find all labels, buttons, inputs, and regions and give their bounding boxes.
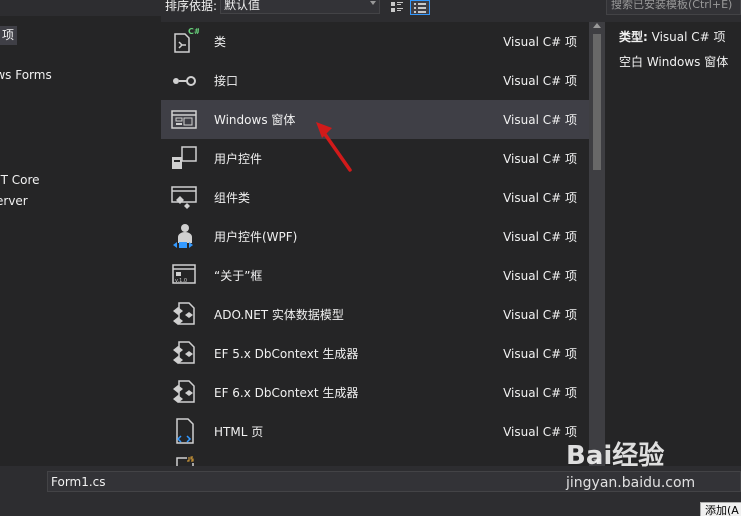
template-type: Visual C# 项: [503, 347, 577, 361]
csharp-class-icon: C#: [174, 27, 199, 53]
template-list: C# 类 Visual C# 项 接口 Visual C# 项 Windows …: [161, 22, 589, 466]
sort-label: 排序依据:: [165, 0, 218, 13]
dbcontext-generator-icon: [173, 341, 195, 364]
grid-view-button[interactable]: [387, 0, 407, 15]
about-box-icon: v.1.0: [172, 264, 196, 284]
baidu-watermark: Bai经验 jingyan.baidu.com: [566, 435, 741, 500]
component-class-icon: [171, 186, 197, 209]
template-row-component-class[interactable]: 组件类 Visual C# 项: [161, 178, 589, 217]
svg-text:v.1.0: v.1.0: [175, 278, 187, 284]
template-name: 类: [214, 35, 227, 49]
list-view-button[interactable]: [410, 0, 430, 15]
template-name: HTML 页: [214, 425, 264, 439]
template-row-partial[interactable]: [161, 451, 589, 466]
tree-item-windows-forms[interactable]: ows Forms: [0, 68, 52, 82]
search-placeholder: 搜索已安装模板(Ctrl+E): [611, 0, 733, 11]
template-type: Visual C# 项: [503, 308, 577, 322]
scroll-up-icon[interactable]: [593, 23, 601, 28]
template-type: Visual C# 项: [503, 191, 577, 205]
dbcontext-generator-icon: [173, 380, 195, 403]
interface-icon: [173, 76, 196, 86]
entity-model-icon: [173, 302, 195, 325]
watermark-url: jingyan.baidu.com: [566, 475, 696, 491]
details-panel: 类型: Visual C# 项 空白 Windows 窗体: [605, 22, 741, 466]
template-type: Visual C# 项: [503, 269, 577, 283]
tree-item-net-core[interactable]: ET Core: [0, 173, 40, 187]
template-row-windows-form[interactable]: Windows 窗体 Visual C# 项: [161, 100, 589, 139]
template-type: Visual C# 项: [503, 152, 577, 166]
search-input[interactable]: 搜索已安装模板(Ctrl+E): [606, 0, 741, 15]
category-tree: 项 ows Forms ET Core erver: [0, 16, 161, 466]
template-row-interface[interactable]: 接口 Visual C# 项: [161, 61, 589, 100]
template-name: Windows 窗体: [214, 113, 296, 127]
template-name: 用户控件(WPF): [214, 230, 298, 244]
template-type: Visual C# 项: [503, 386, 577, 400]
template-row-html-page[interactable]: HTML 页 Visual C# 项: [161, 412, 589, 451]
template-row-about-box[interactable]: v.1.0 “关于”框 Visual C# 项: [161, 256, 589, 295]
template-name: 接口: [214, 74, 239, 88]
template-type: Visual C# 项: [503, 35, 577, 49]
template-row-class[interactable]: C# 类 Visual C# 项: [161, 22, 589, 61]
details-type-row: 类型: Visual C# 项: [619, 28, 726, 45]
details-type-label: 类型:: [619, 30, 648, 44]
chevron-down-icon: [370, 1, 376, 5]
grid-view-icon: [391, 2, 403, 12]
details-description: 空白 Windows 窗体: [619, 55, 729, 69]
add-button[interactable]: 添加(A: [700, 502, 741, 516]
scroll-thumb[interactable]: [593, 34, 601, 170]
svg-text:C#: C#: [188, 27, 199, 36]
template-type: Visual C# 项: [503, 230, 577, 244]
template-name: 用户控件: [214, 152, 263, 166]
html-page-icon: [176, 418, 194, 444]
template-name: 组件类: [214, 191, 251, 205]
list-view-icon: [414, 3, 426, 13]
template-row-ef6-generator[interactable]: EF 6.x DbContext 生成器 Visual C# 项: [161, 373, 589, 412]
template-list-scrollbar[interactable]: [589, 22, 605, 466]
template-name: ADO.NET 实体数据模型: [214, 308, 344, 322]
tree-item-selected[interactable]: 项: [0, 26, 17, 45]
javascript-file-icon: [176, 456, 197, 466]
sort-dropdown[interactable]: 默认值: [220, 0, 380, 14]
wpf-user-control-icon: [173, 224, 193, 248]
details-type-value: Visual C# 项: [651, 30, 726, 44]
template-type: Visual C# 项: [503, 74, 577, 88]
top-toolbar: 排序依据: 默认值 搜索已安装模板(Ctrl+E): [0, 0, 741, 16]
windows-form-icon: [171, 110, 197, 129]
tree-item-server[interactable]: erver: [0, 194, 28, 208]
template-row-user-control[interactable]: 用户控件 Visual C# 项: [161, 139, 589, 178]
sort-dropdown-value: 默认值: [224, 0, 261, 12]
template-name: EF 6.x DbContext 生成器: [214, 386, 359, 400]
template-row-wpf-user-control[interactable]: 用户控件(WPF) Visual C# 项: [161, 217, 589, 256]
template-row-entity-model[interactable]: ADO.NET 实体数据模型 Visual C# 项: [161, 295, 589, 334]
template-name: “关于”框: [214, 269, 263, 283]
template-row-ef5-generator[interactable]: EF 5.x DbContext 生成器 Visual C# 项: [161, 334, 589, 373]
annotation-arrow-icon: [316, 122, 352, 172]
template-type: Visual C# 项: [503, 113, 577, 127]
watermark-logo: Bai经验: [566, 441, 665, 471]
template-name: EF 5.x DbContext 生成器: [214, 347, 359, 361]
user-control-icon: [172, 146, 197, 169]
